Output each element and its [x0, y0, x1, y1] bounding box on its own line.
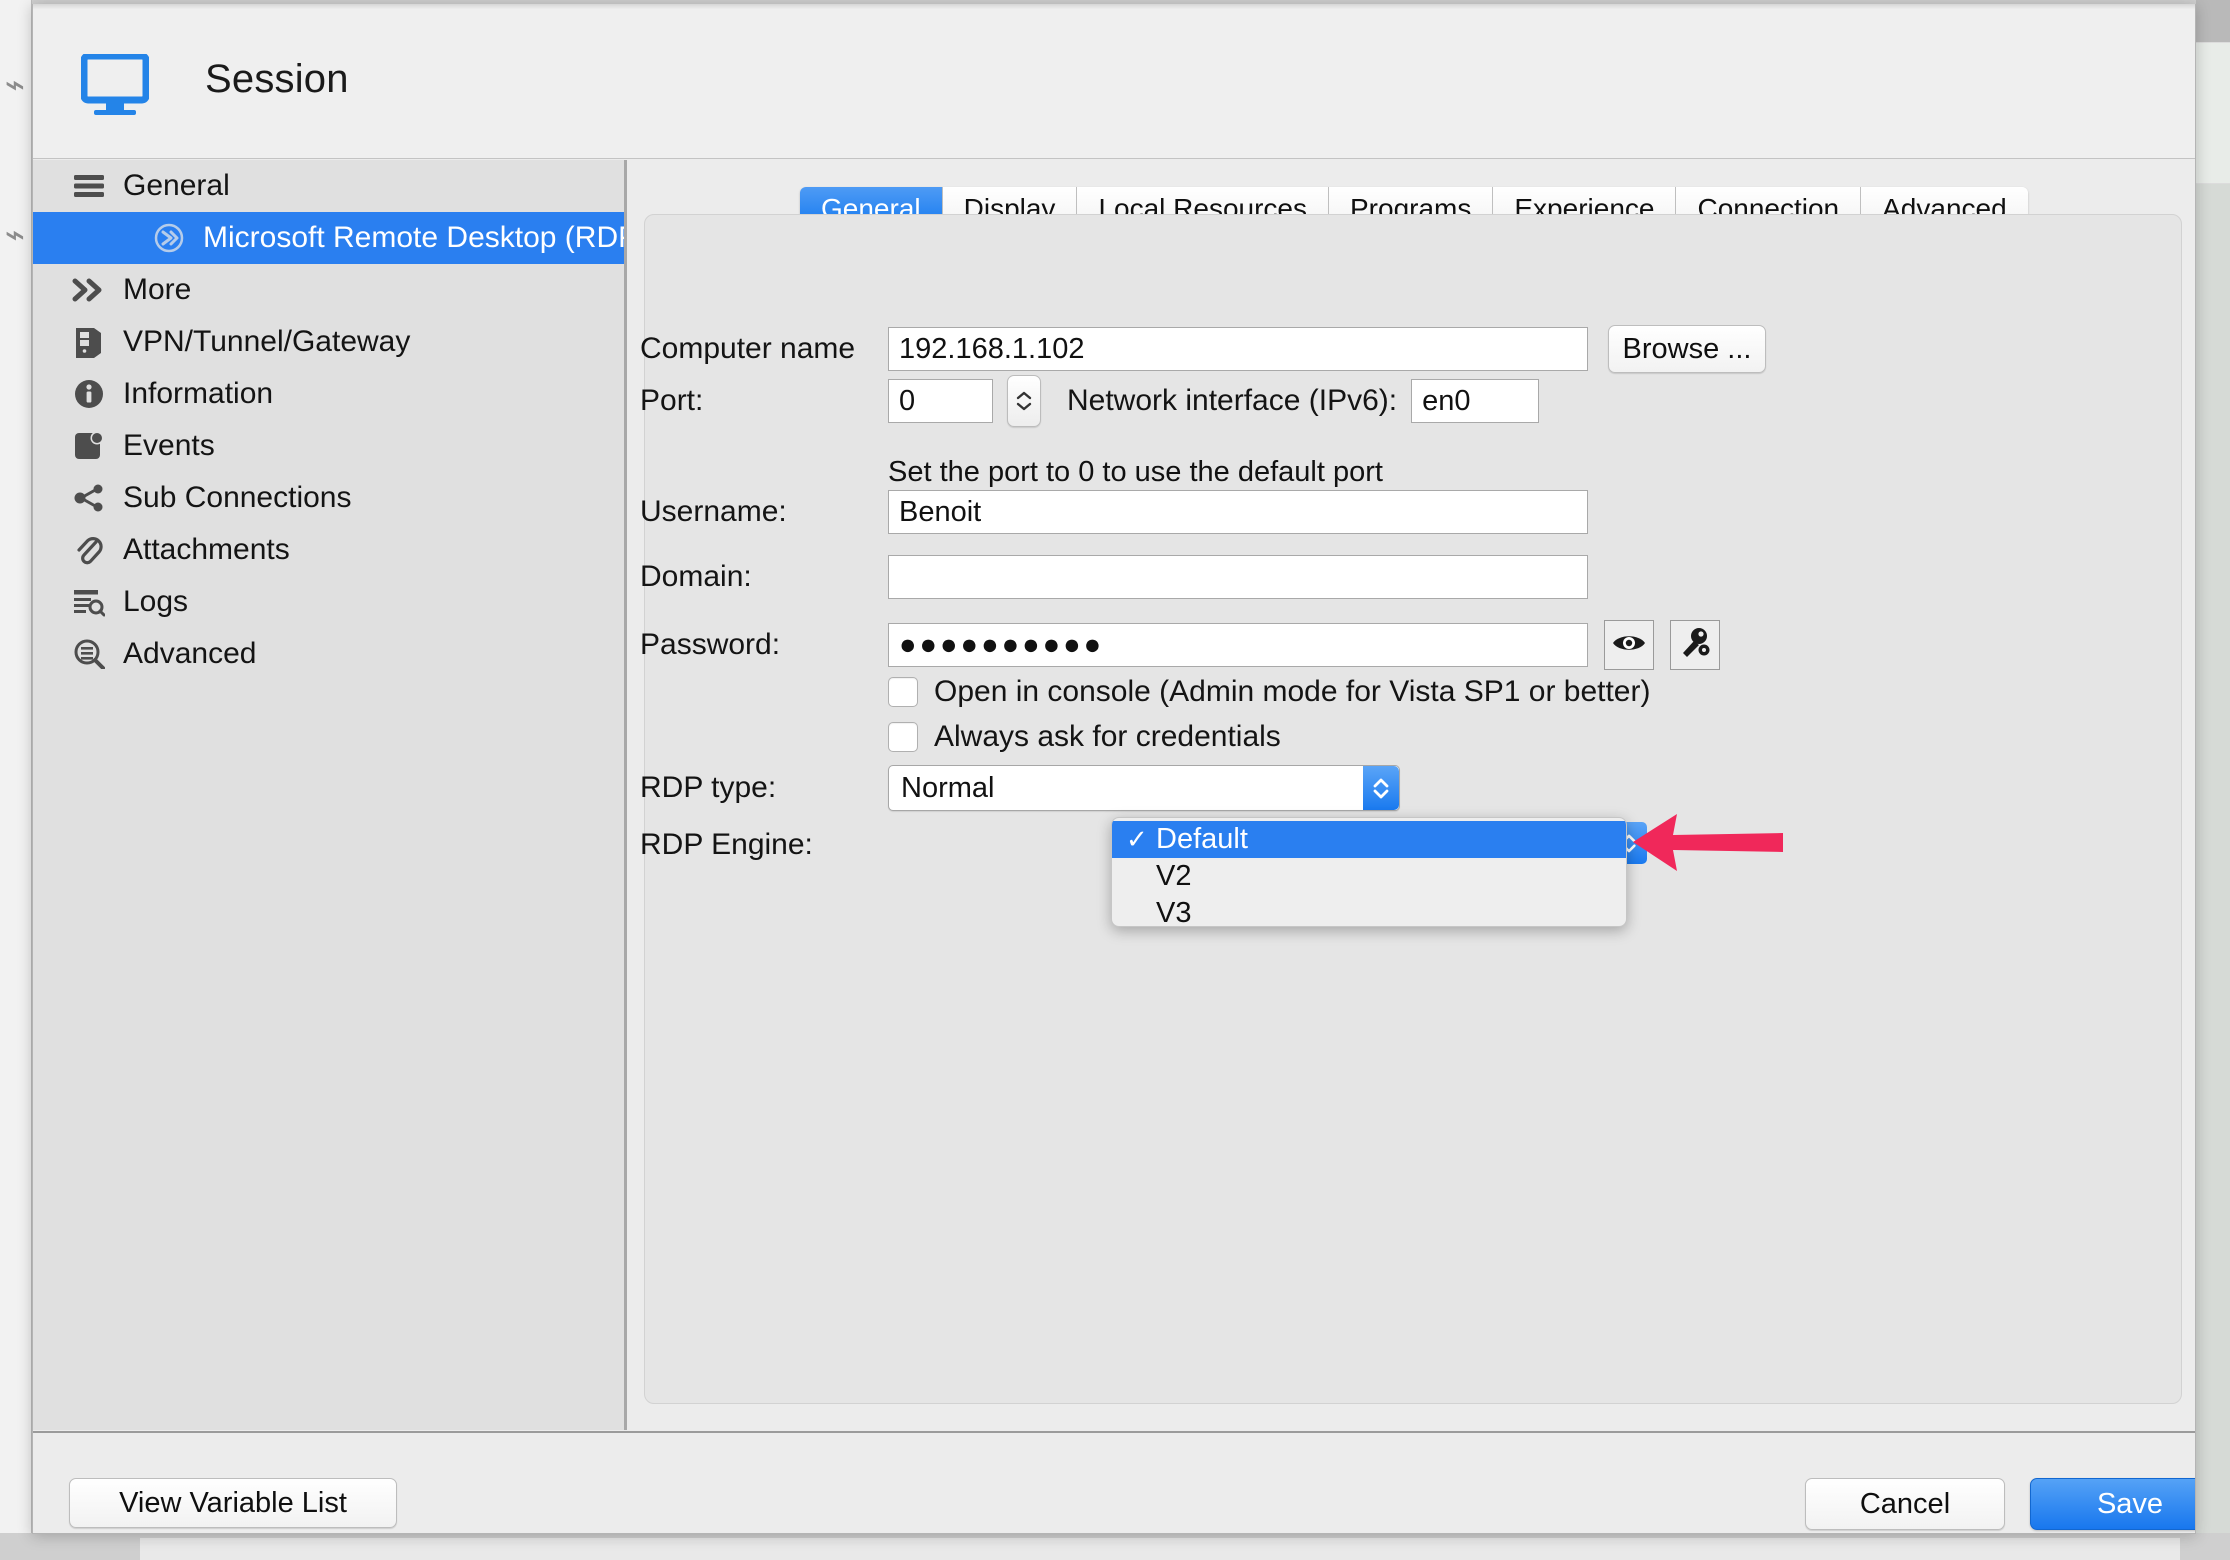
chevron-updown-icon: [1363, 766, 1399, 810]
rdp-type-label: RDP type:: [640, 771, 777, 804]
username-input[interactable]: [888, 490, 1588, 534]
logs-search-icon: [69, 586, 109, 618]
dropdown-option-label: Default: [1156, 823, 1248, 855]
sidebar[interactable]: General Microsoft Remote Desktop (RDP) M…: [33, 160, 627, 1430]
window-header: Session: [33, 9, 2195, 159]
rdp-type-row: RDP type: Normal: [640, 765, 1400, 811]
background-window-left-glyphs: ⌁ ⌁: [4, 65, 26, 255]
password-label: Password:: [640, 628, 781, 661]
checkmark-icon: ✓: [1126, 824, 1148, 854]
sidebar-item-label: Information: [123, 377, 274, 410]
monitor-icon: [81, 54, 149, 115]
dropdown-option-v2[interactable]: V2: [1112, 858, 1626, 895]
username-row: Username:: [640, 490, 1588, 534]
open-in-console-row[interactable]: Open in console (Admin mode for Vista SP…: [888, 675, 1650, 709]
sidebar-item-label: Events: [123, 429, 215, 462]
sidebar-item-general[interactable]: General: [33, 160, 624, 212]
key-gear-icon: [1679, 627, 1711, 664]
port-hint-text: Set the port to 0 to use the default por…: [888, 456, 1383, 488]
sidebar-item-microsoft-remote-desktop-rdp[interactable]: Microsoft Remote Desktop (RDP): [33, 212, 624, 264]
save-button[interactable]: Save: [2030, 1478, 2195, 1530]
sidebar-item-attachments[interactable]: Attachments: [33, 524, 624, 576]
rdp-type-value: Normal: [901, 771, 995, 804]
share-nodes-icon: [69, 482, 109, 514]
page-title: Session: [205, 57, 349, 101]
always-ask-label: Always ask for credentials: [934, 720, 1281, 753]
port-input[interactable]: [888, 379, 993, 423]
sidebar-item-label: Attachments: [123, 533, 290, 566]
sidebar-item-advanced[interactable]: Advanced: [33, 628, 624, 680]
rdp-engine-label: RDP Engine:: [640, 828, 813, 861]
info-circle-icon: [69, 378, 109, 410]
rdp-type-select[interactable]: Normal: [888, 765, 1400, 811]
paperclip-icon: [69, 534, 109, 566]
network-interface-input[interactable]: [1411, 379, 1540, 423]
sidebar-item-logs[interactable]: Logs: [33, 576, 624, 628]
password-row: Password:: [640, 620, 1720, 670]
sidebar-item-label: Sub Connections: [123, 481, 352, 514]
background-window-right-top: [2196, 0, 2230, 42]
sidebar-item-sub-connections[interactable]: Sub Connections: [33, 472, 624, 524]
eye-icon: [1611, 631, 1647, 660]
sidebar-item-label: Logs: [123, 585, 189, 618]
port-row: Port: Network interface (IPv6):: [640, 375, 1540, 427]
background-window-bottom-inner: [140, 1538, 2180, 1560]
rdp-engine-dropdown-menu[interactable]: ✓ Default V2 V3: [1111, 817, 1627, 927]
sidebar-item-label: Advanced: [123, 637, 257, 670]
events-icon: [69, 430, 109, 462]
always-ask-row[interactable]: Always ask for credentials: [888, 720, 1281, 754]
computer-name-input[interactable]: [888, 327, 1588, 371]
sidebar-item-label: More: [123, 273, 192, 306]
domain-input[interactable]: [888, 555, 1588, 599]
view-variable-list-button[interactable]: View Variable List: [69, 1478, 397, 1528]
session-settings-window: Session General Microsoft Remote Desktop…: [32, 4, 2196, 1534]
port-label: Port:: [640, 384, 704, 417]
background-window-right-bottom: [2196, 184, 2230, 1560]
dropdown-option-v3[interactable]: V3: [1112, 895, 1626, 927]
magnifier-list-icon: [69, 638, 109, 670]
hamburger-icon: [69, 170, 109, 202]
sidebar-item-more[interactable]: More: [33, 264, 624, 316]
double-chevron-right-icon: [69, 274, 109, 306]
dropdown-option-label: V3: [1156, 897, 1192, 927]
open-in-console-label: Open in console (Admin mode for Vista SP…: [934, 675, 1651, 708]
username-label: Username:: [640, 495, 787, 528]
network-interface-label: Network interface (IPv6):: [1067, 384, 1398, 417]
reveal-password-button[interactable]: [1604, 620, 1654, 670]
dropdown-option-default[interactable]: ✓ Default: [1112, 821, 1626, 858]
domain-row: Domain:: [640, 555, 1588, 599]
port-stepper[interactable]: [1007, 375, 1041, 427]
sidebar-item-label: VPN/Tunnel/Gateway: [123, 325, 411, 358]
computer-name-row: Computer name Browse ...: [640, 325, 1766, 373]
browse-button[interactable]: Browse ...: [1608, 325, 1766, 373]
background-window-right-mid: [2196, 43, 2230, 183]
server-icon: [69, 326, 109, 358]
generate-password-button[interactable]: [1670, 620, 1720, 670]
background-window-left: ⌁ ⌁: [0, 0, 32, 1560]
content-area: General Display Local Resources Programs…: [630, 160, 2195, 1430]
cancel-button[interactable]: Cancel: [1805, 1478, 2005, 1530]
sidebar-item-label: General: [123, 169, 230, 202]
open-in-console-checkbox[interactable]: [888, 677, 918, 707]
sidebar-item-vpn-tunnel-gateway[interactable]: VPN/Tunnel/Gateway: [33, 316, 624, 368]
always-ask-checkbox[interactable]: [888, 722, 918, 752]
sidebar-item-label: Microsoft Remote Desktop (RDP): [203, 221, 627, 254]
annotation-arrow-icon: [1633, 814, 1783, 871]
computer-name-label: Computer name: [640, 332, 856, 365]
password-input[interactable]: [888, 623, 1588, 667]
domain-label: Domain:: [640, 560, 752, 593]
dropdown-option-label: V2: [1156, 860, 1192, 892]
sidebar-item-information[interactable]: Information: [33, 368, 624, 420]
rdp-circle-icon: [149, 222, 189, 254]
sidebar-item-events[interactable]: Events: [33, 420, 624, 472]
